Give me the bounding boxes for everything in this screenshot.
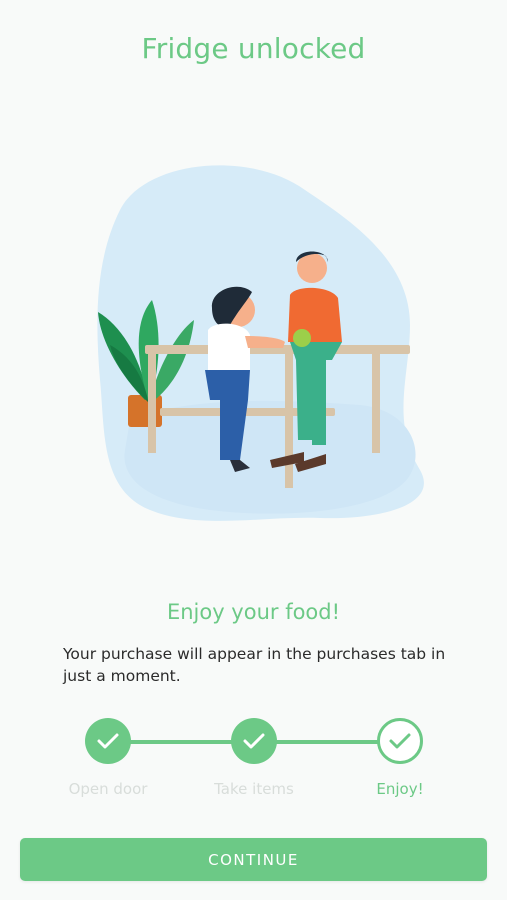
step-label: Enjoy! — [376, 780, 424, 798]
step-take-items — [231, 718, 277, 764]
status-heading: Enjoy your food! — [166, 600, 341, 624]
step-label: Open door — [68, 780, 148, 798]
check-icon — [243, 733, 265, 749]
step-label: Take items — [214, 780, 294, 798]
continue-button[interactable]: CONTINUE — [20, 838, 487, 881]
step-connector — [130, 740, 234, 744]
step-enjoy — [377, 718, 423, 764]
check-icon — [97, 733, 119, 749]
step-open-door — [85, 718, 131, 764]
people-eating-illustration — [90, 150, 430, 530]
page-title: Fridge unlocked — [141, 32, 366, 65]
check-icon — [389, 733, 411, 749]
step-connector — [276, 740, 378, 744]
progress-stepper: Open door Take items Enjoy! — [0, 718, 507, 808]
status-message: Your purchase will appear in the purchas… — [63, 645, 446, 685]
